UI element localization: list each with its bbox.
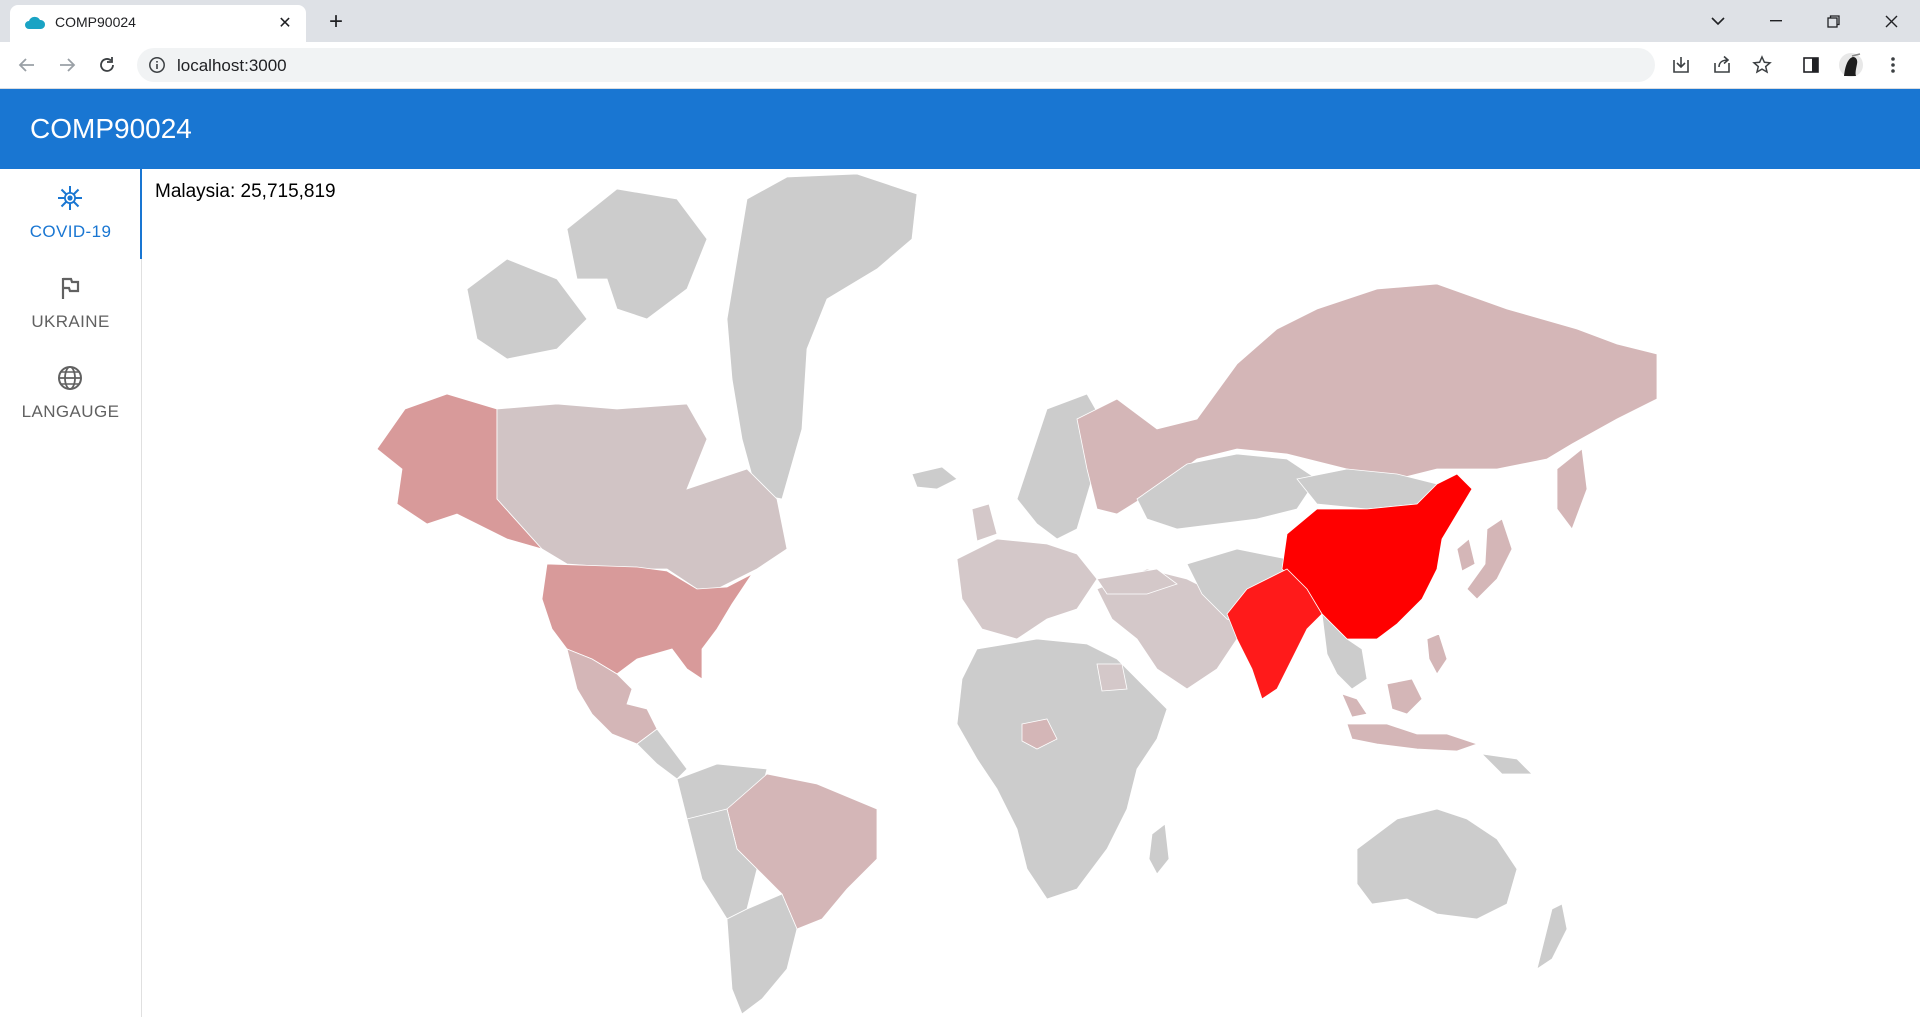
tab-search-icon[interactable]: [1703, 6, 1733, 36]
profile-avatar[interactable]: [1837, 51, 1865, 79]
country-madagascar[interactable]: [1148, 823, 1170, 875]
side-panel-icon[interactable]: [1797, 51, 1825, 79]
tab-close-icon[interactable]: ✕: [274, 12, 296, 34]
nav-item-covid-19[interactable]: COVID-19: [0, 169, 142, 259]
forward-arrow-icon[interactable]: [52, 50, 82, 80]
country-canada-islands[interactable]: [566, 188, 708, 320]
app-header: COMP90024: [0, 89, 1920, 169]
browser-toolbar: localhost:3000: [0, 42, 1920, 89]
country-papua-new-guinea[interactable]: [1480, 753, 1533, 775]
country-africa[interactable]: [956, 638, 1168, 900]
restore-icon[interactable]: [1818, 6, 1848, 36]
world-choropleth-map: [357, 169, 1658, 1017]
address-bar[interactable]: localhost:3000: [137, 48, 1655, 82]
country-russia-kamchatka[interactable]: [1556, 448, 1588, 530]
nav-item-language[interactable]: LANGAUGE: [0, 349, 141, 439]
flag-icon: [61, 277, 80, 299]
kebab-menu-icon[interactable]: [1879, 51, 1907, 79]
nav-item-ukraine[interactable]: UKRAINE: [0, 259, 141, 349]
country-western-europe[interactable]: [956, 538, 1098, 640]
country-greenland[interactable]: [726, 173, 918, 500]
install-app-icon[interactable]: [1667, 51, 1695, 79]
virus-icon: [58, 186, 82, 210]
country-malaysia[interactable]: [1341, 693, 1368, 718]
hover-country-readout: Malaysia: 25,715,819: [155, 181, 336, 202]
cloud-favicon-icon: [25, 16, 46, 29]
new-tab-button[interactable]: +: [323, 8, 349, 35]
country-brazil[interactable]: [726, 773, 878, 930]
info-icon[interactable]: [148, 56, 166, 74]
country-new-zealand[interactable]: [1536, 903, 1568, 970]
country-uk[interactable]: [971, 503, 998, 542]
world-map-svg: [376, 173, 1658, 1015]
browser-tab-strip: COMP90024 ✕ +: [0, 0, 1920, 42]
tab-title: COMP90024: [55, 14, 136, 30]
page-title: COMP90024: [30, 113, 192, 144]
minimize-icon[interactable]: [1761, 6, 1791, 36]
country-iceland[interactable]: [911, 466, 958, 490]
country-egypt[interactable]: [1096, 663, 1128, 692]
country-philippines[interactable]: [1426, 633, 1448, 675]
country-korea[interactable]: [1456, 538, 1476, 572]
nav-label-covid-19: COVID-19: [29, 222, 112, 241]
side-navigation: COVID-19 UKRAINE LANGAUGE: [0, 169, 142, 1017]
country-indonesia-borneo[interactable]: [1386, 678, 1423, 715]
bookmark-star-icon[interactable]: [1748, 51, 1776, 79]
reload-icon[interactable]: [92, 50, 122, 80]
country-mongolia[interactable]: [1296, 468, 1438, 510]
country-australia[interactable]: [1356, 808, 1518, 920]
close-window-icon[interactable]: [1876, 6, 1906, 36]
back-arrow-icon[interactable]: [12, 50, 42, 80]
country-indonesia[interactable]: [1346, 723, 1479, 752]
globe-icon: [58, 366, 82, 390]
nav-label-language: LANGAUGE: [21, 402, 120, 421]
share-icon[interactable]: [1708, 51, 1736, 79]
browser-tab[interactable]: COMP90024 ✕: [10, 5, 306, 42]
url-text: localhost:3000: [177, 56, 287, 75]
country-canada-islands-west[interactable]: [466, 258, 588, 360]
nav-label-ukraine: UKRAINE: [31, 312, 110, 331]
